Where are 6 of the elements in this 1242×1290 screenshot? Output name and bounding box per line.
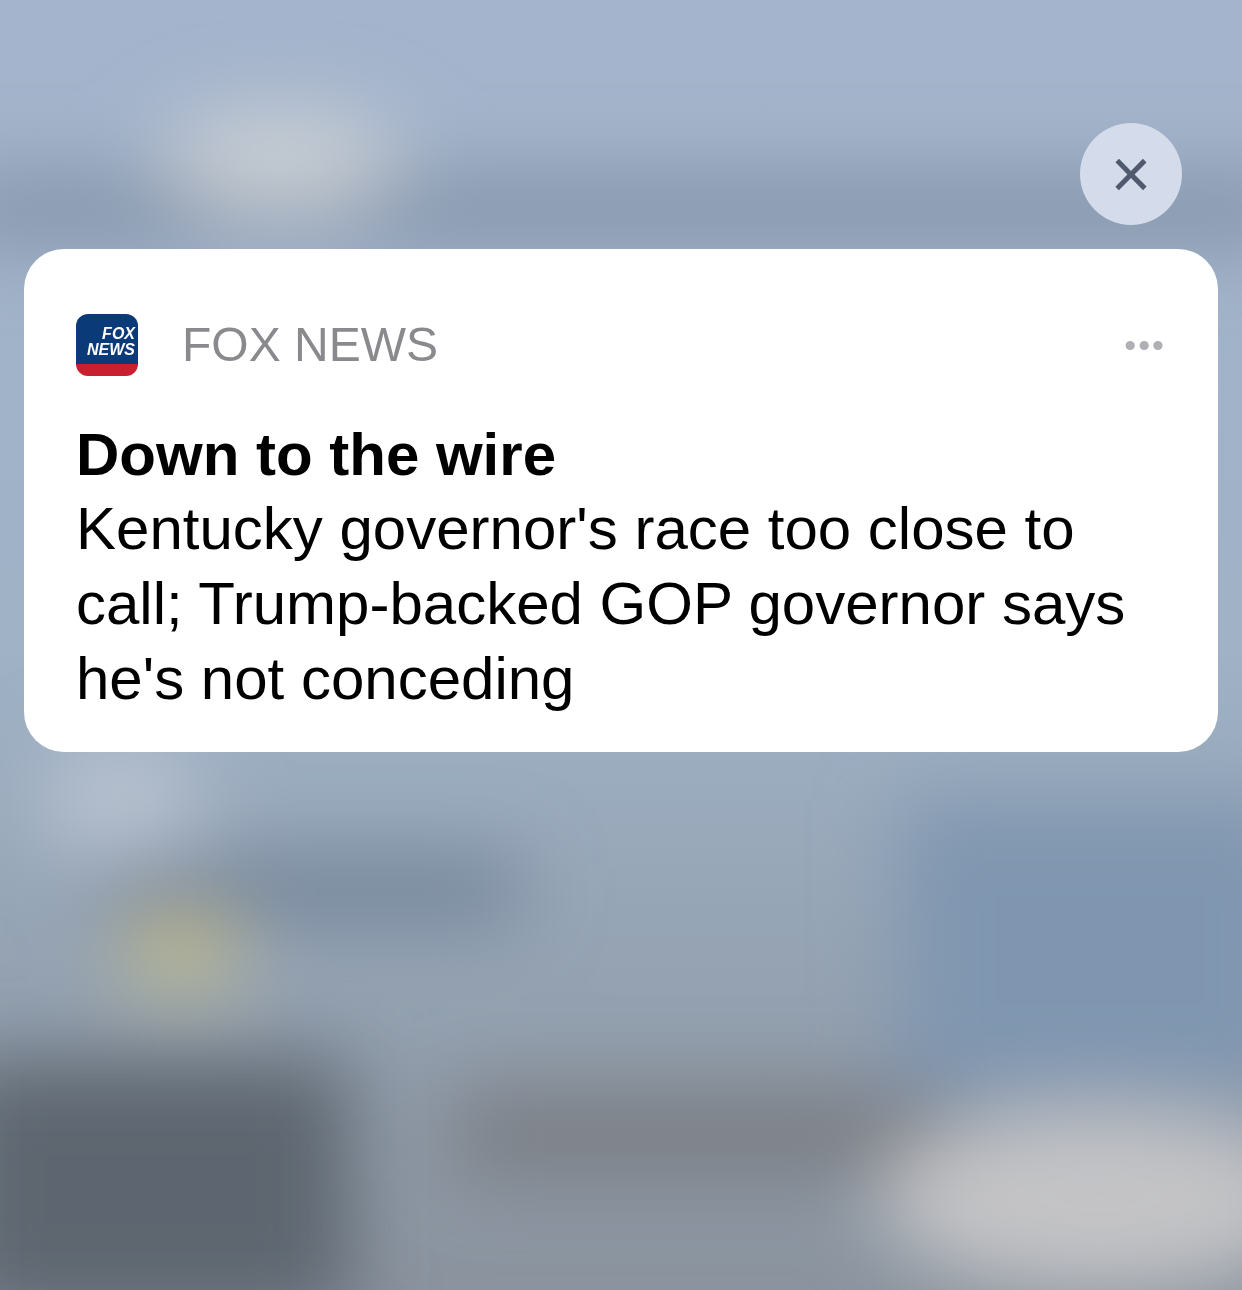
app-icon-text: NEWS [87,342,135,358]
app-name: FOX NEWS [182,317,438,373]
notification-body: Kentucky governor's race too close to call; Trump-backed GOP governor says he's not conceding [76,494,1127,714]
notification-card[interactable]: FOX NEWS FOX NEWS ••• Down to the wire Kentucky governor's race too close to call; Trump-backed GOP governor says he's not conceding [24,249,1218,752]
notification-title: Down to the wire [76,420,557,490]
app-icon-text: FOX [102,326,135,342]
